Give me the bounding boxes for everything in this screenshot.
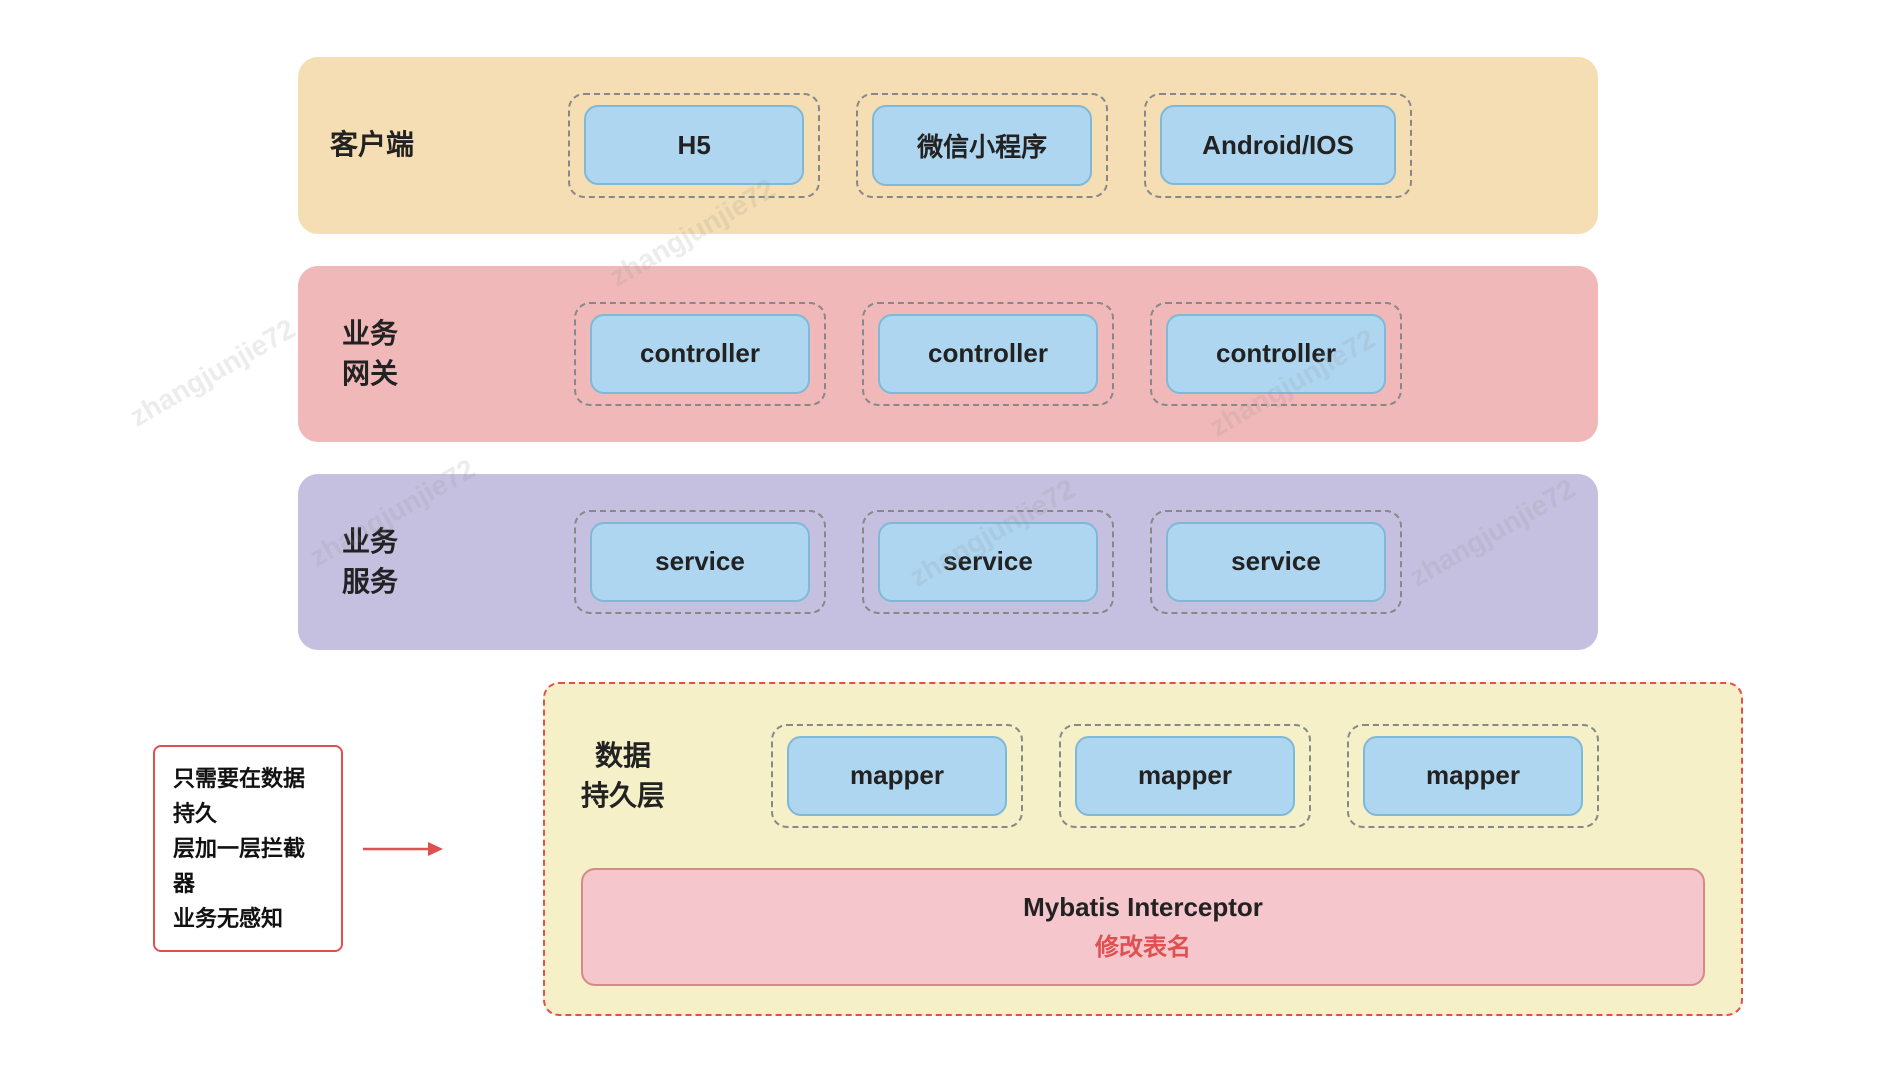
client-box-wechat: 微信小程序 bbox=[872, 105, 1092, 186]
mapper-box-wrapper-1: mapper bbox=[771, 724, 1023, 828]
client-box-android: Android/IOS bbox=[1160, 105, 1396, 185]
client-box-wrapper-2: 微信小程序 bbox=[856, 93, 1108, 198]
mapper-box-3: mapper bbox=[1363, 736, 1583, 816]
gateway-box-controller-1: controller bbox=[590, 314, 810, 394]
gateway-box-wrapper-2: controller bbox=[862, 302, 1114, 406]
annotation-box: 只需要在数据持久层加一层拦截器业务无感知 bbox=[153, 745, 343, 953]
client-box-h5: H5 bbox=[584, 105, 804, 185]
gateway-box-wrapper-3: controller bbox=[1150, 302, 1402, 406]
data-layer: 数据持久层 mapper mapper mapper bbox=[543, 682, 1743, 1016]
client-box-wrapper-3: Android/IOS bbox=[1144, 93, 1412, 198]
mapper-box-wrapper-3: mapper bbox=[1347, 724, 1599, 828]
service-box-wrapper-2: service bbox=[862, 510, 1114, 614]
client-label: 客户端 bbox=[330, 125, 414, 164]
arrow-right bbox=[363, 834, 443, 864]
gateway-boxes: controller controller controller bbox=[410, 290, 1566, 418]
gateway-box-wrapper-1: controller bbox=[574, 302, 826, 406]
data-layer-bottom: Mybatis Interceptor 修改表名 bbox=[581, 868, 1705, 986]
service-box-1: service bbox=[590, 522, 810, 602]
annotation-container: 只需要在数据持久层加一层拦截器业务无感知 bbox=[153, 745, 443, 953]
data-label: 数据持久层 bbox=[581, 736, 665, 814]
gateway-layer: 业务网关 controller controller controller bbox=[298, 266, 1598, 442]
service-box-wrapper-1: service bbox=[574, 510, 826, 614]
mapper-box-wrapper-2: mapper bbox=[1059, 724, 1311, 828]
data-mapper-boxes: mapper mapper mapper bbox=[665, 712, 1705, 840]
client-boxes: H5 微信小程序 Android/IOS bbox=[414, 81, 1566, 210]
mapper-box-2: mapper bbox=[1075, 736, 1295, 816]
service-box-wrapper-3: service bbox=[1150, 510, 1402, 614]
layers-area: 客户端 H5 微信小程序 Android/IOS 业务网关 controller bbox=[153, 57, 1743, 1016]
service-boxes: service service service bbox=[410, 498, 1566, 626]
service-label: 业务服务 bbox=[330, 522, 410, 600]
data-layer-top: 数据持久层 mapper mapper mapper bbox=[581, 712, 1705, 840]
data-row: 只需要在数据持久层加一层拦截器业务无感知 数据持久层 mapper bbox=[153, 682, 1743, 1016]
gateway-box-controller-2: controller bbox=[878, 314, 1098, 394]
interceptor-title: Mybatis Interceptor bbox=[1023, 892, 1263, 923]
interceptor-box: Mybatis Interceptor 修改表名 bbox=[581, 868, 1705, 986]
service-layer: 业务服务 service service service bbox=[298, 474, 1598, 650]
gateway-label: 业务网关 bbox=[330, 314, 410, 392]
client-box-wrapper-1: H5 bbox=[568, 93, 820, 198]
mapper-box-1: mapper bbox=[787, 736, 1007, 816]
main-container: zhangjunjie72 zhangjunjie72 zhangjunjie7… bbox=[0, 17, 1896, 1056]
service-box-2: service bbox=[878, 522, 1098, 602]
service-box-3: service bbox=[1166, 522, 1386, 602]
gateway-box-controller-3: controller bbox=[1166, 314, 1386, 394]
interceptor-subtitle: 修改表名 bbox=[1095, 927, 1191, 962]
client-layer: 客户端 H5 微信小程序 Android/IOS bbox=[298, 57, 1598, 234]
